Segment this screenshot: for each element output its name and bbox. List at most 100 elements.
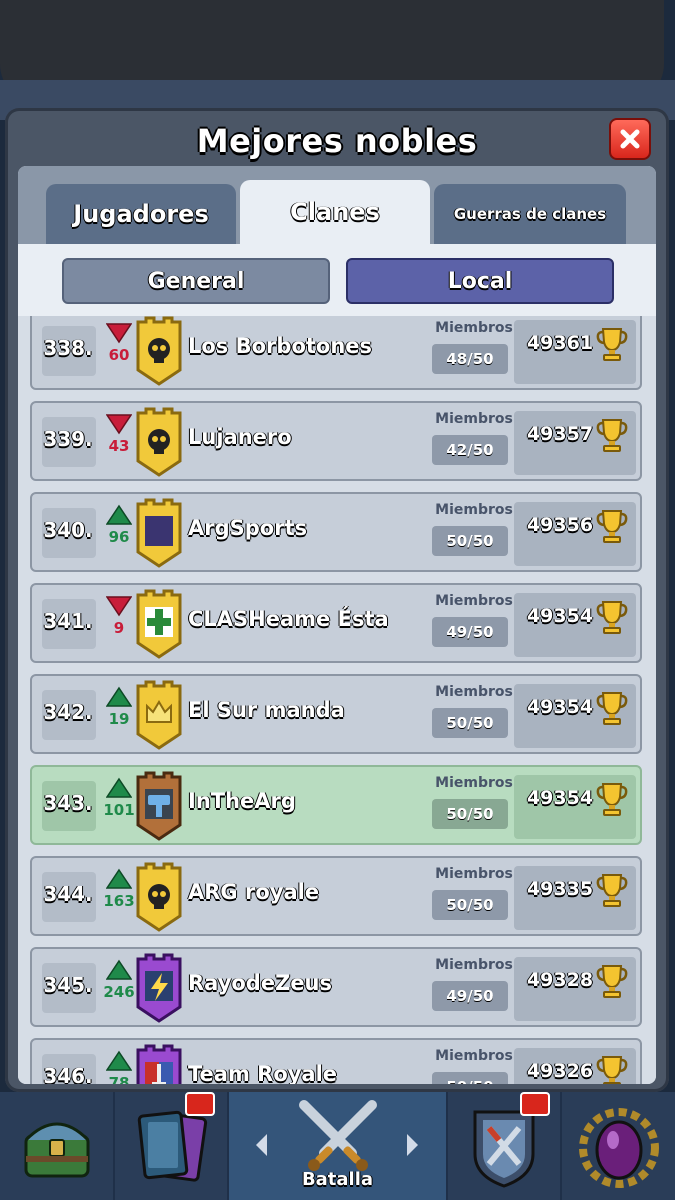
events-icon	[578, 1108, 659, 1188]
clan-badge-icon	[136, 1044, 182, 1084]
nav-events[interactable]	[562, 1092, 675, 1200]
rank-number: 340.	[43, 518, 93, 542]
clan-score: 49354	[526, 696, 594, 718]
members-count: 42/50	[432, 435, 508, 465]
clan-name: ArgSports	[188, 516, 308, 540]
nav-battle[interactable]: Batalla	[229, 1092, 446, 1200]
chevron-right-icon[interactable]	[405, 1132, 421, 1158]
members-count: 50/50	[432, 708, 508, 738]
trophy-icon	[596, 874, 628, 907]
shop-chest-icon	[24, 1122, 89, 1178]
close-button[interactable]	[609, 118, 651, 160]
tab-guerras-de-clanes[interactable]: Guerras de clanes	[434, 184, 626, 244]
clan-name: RayodeZeus	[188, 971, 333, 995]
clan-score: 49357	[526, 423, 594, 445]
clan-row[interactable]: 345. 246 RayodeZeus Miembros 49/50 49328	[30, 947, 642, 1027]
clan-score: 49354	[526, 605, 594, 627]
nav-shop[interactable]	[0, 1092, 113, 1200]
clan-score: 49356	[526, 514, 594, 536]
clan-name: InTheArg	[188, 789, 296, 813]
clan-name: Los Borbotones	[188, 334, 373, 358]
rank-number: 342.	[43, 700, 93, 724]
rank-number: 339.	[43, 427, 93, 451]
leaderboard-dialog: Mejores nobles Jugadores Clanes Guerras …	[5, 108, 669, 1092]
clan-badge-icon	[136, 771, 182, 841]
chevron-left-icon[interactable]	[253, 1132, 269, 1158]
clan-name: El Sur manda	[188, 698, 345, 722]
clan-badge-icon	[136, 953, 182, 1023]
rank-up-icon	[106, 504, 132, 525]
rank-up-icon	[106, 868, 132, 889]
clan-row[interactable]: 338. 60 Los Borbotones Miembros 48/50 49361	[30, 316, 642, 390]
rank-up-icon	[106, 686, 132, 707]
clan-row[interactable]: 346.78Team RoyaleMiembros50/5049326	[30, 1038, 642, 1084]
dialog-title: Mejores nobles	[196, 122, 478, 160]
clan-badge-icon	[136, 498, 182, 568]
dialog-content: Jugadores Clanes Guerras de clanes Gener…	[18, 166, 656, 1084]
trophy-icon	[596, 783, 628, 816]
segment-bar: General Local	[18, 244, 656, 316]
members-count: 50/50	[432, 526, 508, 556]
trophy-icon	[596, 1056, 628, 1084]
members-count: 48/50	[432, 344, 508, 374]
trophy-icon	[596, 601, 628, 634]
members-label: Miembros	[435, 320, 513, 336]
clan-score: 49335	[526, 878, 594, 900]
rank-down-icon	[106, 414, 132, 435]
rank-number: 343.	[43, 791, 93, 815]
clan-score: 49361	[526, 332, 594, 354]
clan-row[interactable]: 343. 101 InTheArg Miembros 50/50 49354	[30, 765, 642, 845]
members-label: Miembros	[435, 411, 513, 427]
rank-number: 346.	[43, 1064, 93, 1084]
clan-name: ARG royale	[188, 880, 320, 904]
clan-name: Lujanero	[188, 425, 292, 449]
tab-jugadores[interactable]: Jugadores	[46, 184, 236, 244]
segment-general[interactable]: General	[62, 258, 330, 304]
rank-number: 345.	[43, 973, 93, 997]
clan-name: CLASHeame Ésta	[188, 607, 389, 631]
clan-name: Team Royale	[188, 1062, 338, 1084]
rank-up-icon	[106, 777, 132, 798]
clan-shield-icon	[473, 1110, 535, 1188]
rank-up-icon	[106, 1050, 132, 1071]
clan-row[interactable]: 342. 19 El Sur manda Miembros 50/50 49354	[30, 674, 642, 754]
close-icon	[620, 129, 640, 149]
clan-score: 49354	[526, 787, 594, 809]
clan-badge-icon	[136, 316, 182, 386]
members-count: 50/50	[432, 1072, 508, 1084]
nav-clan[interactable]	[448, 1092, 560, 1200]
rank-down-icon	[106, 596, 132, 617]
trophy-icon	[596, 965, 628, 998]
clan-row[interactable]: 340. 96 ArgSports Miembros 50/50 49356	[30, 492, 642, 572]
clan-row[interactable]: 341. 9 CLASHeame Ésta Miembros 49/50 49354	[30, 583, 642, 663]
clan-row[interactable]: 339. 43 Lujanero Miembros 42/50 49357	[30, 401, 642, 481]
members-label: Miembros	[435, 684, 513, 700]
members-label: Miembros	[435, 775, 513, 791]
members-count: 50/50	[432, 799, 508, 829]
nav-cards[interactable]	[115, 1092, 227, 1200]
members-count: 49/50	[432, 617, 508, 647]
clan-badge-icon	[136, 862, 182, 932]
clan-ranking-list[interactable]: 338. 60 Los Borbotones Miembros 48/50 49361 33…	[18, 316, 656, 1084]
clan-badge-icon	[136, 589, 182, 659]
members-label: Miembros	[435, 502, 513, 518]
clan-score: 49328	[526, 969, 594, 991]
tab-bar: Jugadores Clanes Guerras de clanes	[18, 166, 656, 244]
clan-score: 49326	[526, 1060, 594, 1082]
cards-notification-badge	[185, 1092, 215, 1116]
bottom-nav: Batalla	[0, 1092, 675, 1200]
rank-number: 341.	[43, 609, 93, 633]
trophy-icon	[596, 328, 628, 361]
rank-number: 338.	[43, 336, 93, 360]
battle-label: Batalla	[301, 1169, 374, 1190]
members-label: Miembros	[435, 1048, 513, 1064]
clan-notification-badge	[520, 1092, 550, 1116]
clan-row[interactable]: 344. 163 ARG royale Miembros 50/50 49335	[30, 856, 642, 936]
segment-local[interactable]: Local	[346, 258, 614, 304]
trophy-icon	[596, 692, 628, 725]
members-label: Miembros	[435, 957, 513, 973]
members-count: 49/50	[432, 981, 508, 1011]
rank-up-icon	[106, 959, 132, 980]
rank-down-icon	[106, 323, 132, 344]
tab-clanes[interactable]: Clanes	[240, 180, 430, 244]
